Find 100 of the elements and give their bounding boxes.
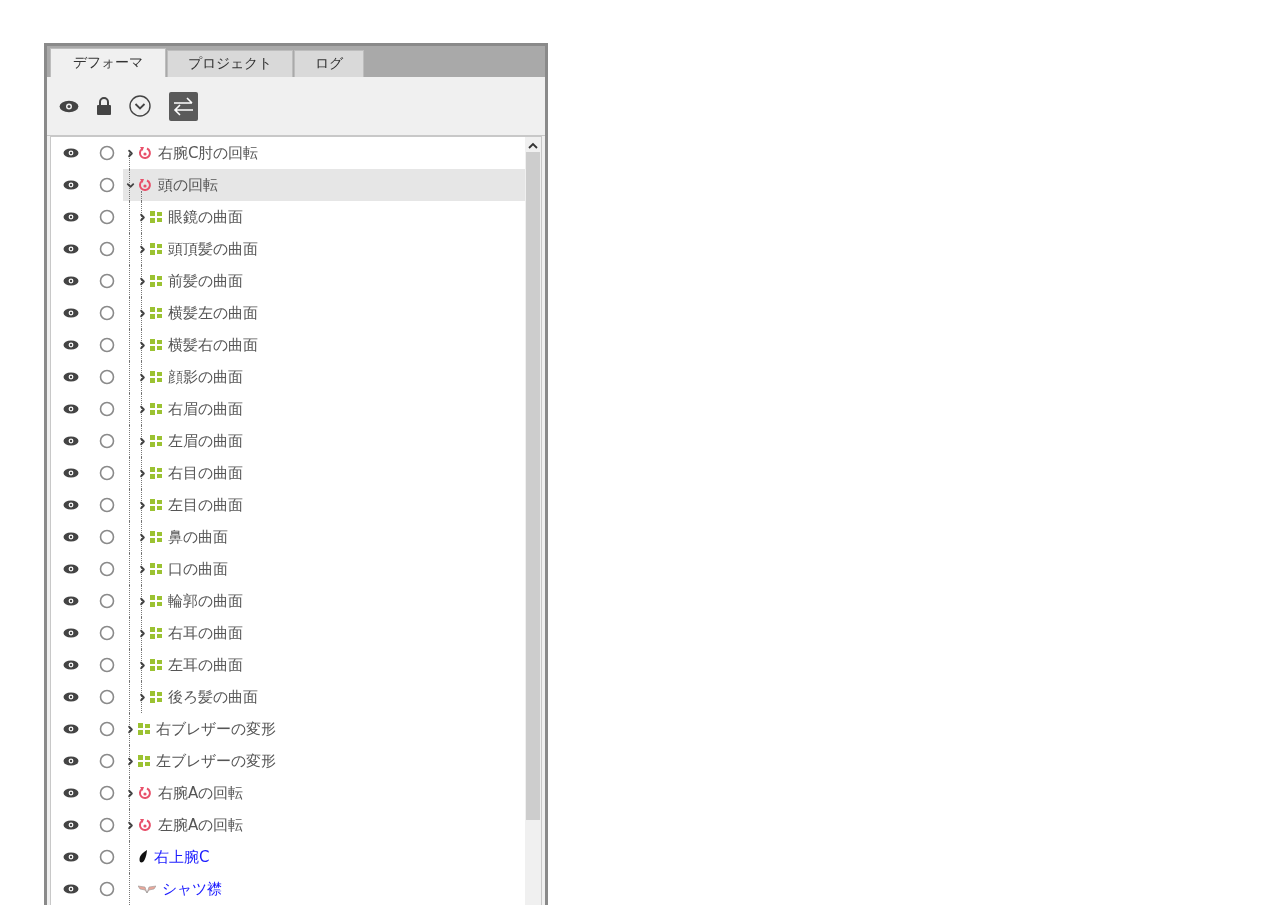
eye-icon[interactable] xyxy=(63,212,79,222)
eye-icon[interactable] xyxy=(63,308,79,318)
lock-toggle-icon[interactable] xyxy=(99,305,115,321)
expand-caret-icon[interactable] xyxy=(125,147,136,159)
expand-caret-icon[interactable] xyxy=(137,691,148,703)
expand-caret-icon[interactable] xyxy=(137,467,148,479)
tree-row[interactable]: 右眉の曲面 xyxy=(123,393,525,425)
eye-icon[interactable] xyxy=(63,468,79,478)
scrollbar[interactable] xyxy=(525,137,541,905)
expand-caret-icon[interactable] xyxy=(137,531,148,543)
eye-icon[interactable] xyxy=(63,564,79,574)
eye-icon[interactable] xyxy=(63,788,79,798)
lock-toggle-icon[interactable] xyxy=(99,753,115,769)
expand-caret-icon[interactable] xyxy=(125,819,136,831)
lock-toggle-icon[interactable] xyxy=(99,337,115,353)
tree-row[interactable]: 右上腕C xyxy=(123,841,525,873)
eye-icon[interactable] xyxy=(63,500,79,510)
expand-caret-icon[interactable] xyxy=(125,755,136,767)
eye-icon[interactable] xyxy=(63,628,79,638)
eye-icon[interactable] xyxy=(63,372,79,382)
expand-caret-icon[interactable] xyxy=(137,275,148,287)
node-label[interactable]: 右上腕C xyxy=(154,847,210,867)
expand-caret-icon[interactable] xyxy=(125,723,136,735)
node-label[interactable]: 左ブレザーの変形 xyxy=(156,751,276,771)
eye-icon[interactable] xyxy=(63,404,79,414)
tree-row[interactable]: 頭頂髪の曲面 xyxy=(123,233,525,265)
expand-caret-icon[interactable] xyxy=(137,435,148,447)
eye-icon[interactable] xyxy=(63,660,79,670)
node-label[interactable]: 右眉の曲面 xyxy=(168,399,243,419)
lock-toggle-icon[interactable] xyxy=(99,593,115,609)
tree-row[interactable]: 左ブレザーの変形 xyxy=(123,745,525,777)
eye-icon[interactable] xyxy=(63,244,79,254)
lock-toggle-icon[interactable] xyxy=(99,465,115,481)
eye-icon[interactable] xyxy=(63,436,79,446)
node-label[interactable]: シャツ襟 xyxy=(162,879,222,899)
lock-toggle-icon[interactable] xyxy=(99,785,115,801)
tree-row[interactable]: 前髪の曲面 xyxy=(123,265,525,297)
lock-toggle-icon[interactable] xyxy=(99,689,115,705)
scrollbar-thumb[interactable] xyxy=(526,152,540,820)
lock-toggle-icon[interactable] xyxy=(99,177,115,193)
eye-icon[interactable] xyxy=(63,724,79,734)
lock-toggle-icon[interactable] xyxy=(99,625,115,641)
lock-toggle-icon[interactable] xyxy=(99,369,115,385)
node-label[interactable]: 右耳の曲面 xyxy=(168,623,243,643)
node-label[interactable]: 右ブレザーの変形 xyxy=(156,719,276,739)
eye-icon[interactable] xyxy=(63,692,79,702)
eye-icon[interactable] xyxy=(63,148,79,158)
tree-row[interactable]: 右ブレザーの変形 xyxy=(123,713,525,745)
tree-row[interactable]: 左耳の曲面 xyxy=(123,649,525,681)
node-label[interactable]: 眼鏡の曲面 xyxy=(168,207,243,227)
expand-caret-icon[interactable] xyxy=(137,659,148,671)
lock-toggle-icon[interactable] xyxy=(99,433,115,449)
lock-toggle-icon[interactable] xyxy=(99,209,115,225)
lock-toggle-icon[interactable] xyxy=(99,817,115,833)
node-label[interactable]: 前髪の曲面 xyxy=(168,271,243,291)
tree-row[interactable]: 横髪左の曲面 xyxy=(123,297,525,329)
tree-row[interactable]: 横髪右の曲面 xyxy=(123,329,525,361)
expand-caret-icon[interactable] xyxy=(137,627,148,639)
expand-caret-icon[interactable] xyxy=(137,307,148,319)
tree-row[interactable]: シャツ襟 xyxy=(123,873,525,905)
node-label[interactable]: 顔影の曲面 xyxy=(168,367,243,387)
lock-toggle-icon[interactable] xyxy=(99,401,115,417)
tree-row[interactable]: 左眉の曲面 xyxy=(123,425,525,457)
tree-row[interactable]: 右目の曲面 xyxy=(123,457,525,489)
tree-row[interactable]: 口の曲面 xyxy=(123,553,525,585)
tree-row[interactable]: 後ろ髪の曲面 xyxy=(123,681,525,713)
node-label[interactable]: 左腕Aの回転 xyxy=(158,815,244,835)
expand-caret-icon[interactable] xyxy=(137,595,148,607)
node-label[interactable]: 口の曲面 xyxy=(168,559,228,579)
lock-toggle-icon[interactable] xyxy=(99,881,115,897)
node-label[interactable]: 右腕C肘の回転 xyxy=(158,143,259,163)
swap-button[interactable] xyxy=(169,91,198,121)
node-label[interactable]: 横髪左の曲面 xyxy=(168,303,258,323)
lock-toggle-icon[interactable] xyxy=(99,849,115,865)
tree-row[interactable]: 右耳の曲面 xyxy=(123,617,525,649)
expand-caret-icon[interactable] xyxy=(125,787,136,799)
expand-caret-icon[interactable] xyxy=(137,339,148,351)
scroll-up-icon[interactable] xyxy=(528,142,538,150)
tree-row[interactable]: 頭の回転 xyxy=(123,169,525,201)
eye-icon[interactable] xyxy=(63,532,79,542)
lock-toggle-icon[interactable] xyxy=(99,657,115,673)
lock-icon[interactable] xyxy=(97,97,111,115)
lock-toggle-icon[interactable] xyxy=(99,721,115,737)
node-label[interactable]: 鼻の曲面 xyxy=(168,527,228,547)
lock-toggle-icon[interactable] xyxy=(99,497,115,513)
lock-toggle-icon[interactable] xyxy=(99,145,115,161)
node-label[interactable]: 頭頂髪の曲面 xyxy=(168,239,258,259)
node-label[interactable]: 左目の曲面 xyxy=(168,495,243,515)
eye-icon[interactable] xyxy=(63,276,79,286)
node-label[interactable]: 輪郭の曲面 xyxy=(168,591,243,611)
panel-tab[interactable]: プロジェクト xyxy=(167,50,293,77)
tree-row[interactable]: 右腕Aの回転 xyxy=(123,777,525,809)
expand-caret-icon[interactable] xyxy=(137,499,148,511)
lock-toggle-icon[interactable] xyxy=(99,273,115,289)
tree-row[interactable]: 眼鏡の曲面 xyxy=(123,201,525,233)
tree-row[interactable]: 左腕Aの回転 xyxy=(123,809,525,841)
lock-toggle-icon[interactable] xyxy=(99,241,115,257)
tree-row[interactable]: 鼻の曲面 xyxy=(123,521,525,553)
chevron-down-circle-icon[interactable] xyxy=(129,95,151,117)
tree-row[interactable]: 顔影の曲面 xyxy=(123,361,525,393)
